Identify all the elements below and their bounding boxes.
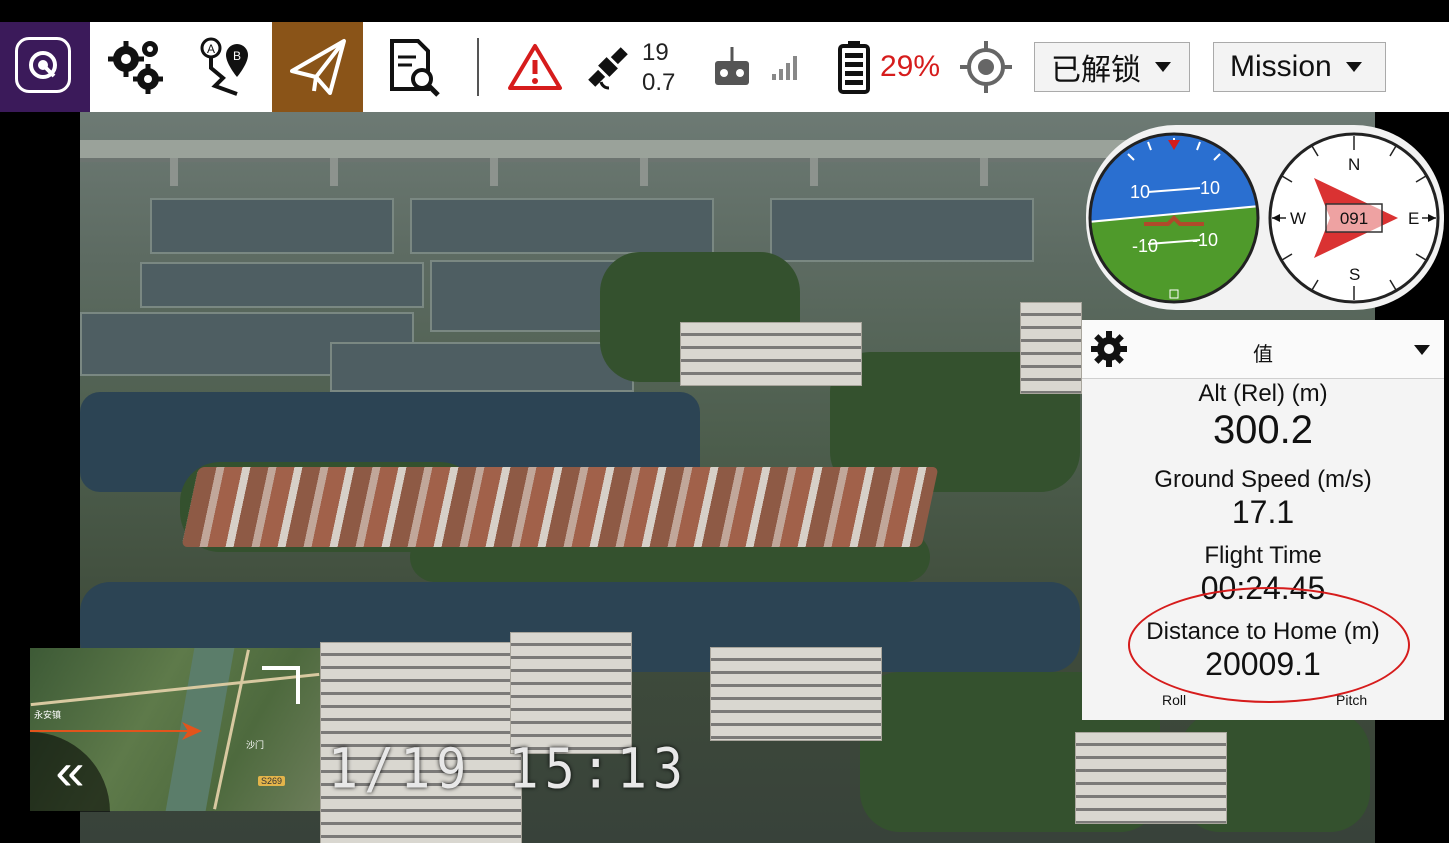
fish-pond xyxy=(770,198,1034,262)
pitch-label: Pitch xyxy=(1336,692,1368,708)
compass-north-label: N xyxy=(1348,155,1360,174)
flight-path-line xyxy=(30,730,190,732)
warning-triangle-icon[interactable] xyxy=(500,22,570,112)
building xyxy=(1075,732,1227,824)
building xyxy=(680,322,862,386)
fish-pond xyxy=(330,342,634,392)
attitude-indicator: 10 10 -10 -10 xyxy=(1088,132,1260,304)
bridge-pillar xyxy=(810,158,818,186)
caret-down-icon[interactable] xyxy=(1414,345,1430,355)
bridge-pillar xyxy=(330,158,338,186)
signal-bars-icon xyxy=(768,22,802,112)
values-header: 值 xyxy=(1082,320,1444,379)
pitch-tick-label: -10 xyxy=(1132,236,1158,256)
metric-label: Flight Time xyxy=(1204,542,1322,569)
metric-value: 20009.1 xyxy=(1205,646,1321,682)
metric-label: Ground Speed (m/s) xyxy=(1154,466,1372,493)
analyze-document-icon[interactable] xyxy=(366,22,454,112)
metric-flight-time: Flight Time 00:24.45 xyxy=(1082,542,1444,607)
arm-status-dropdown[interactable]: 已解锁 xyxy=(1034,42,1190,92)
building xyxy=(710,647,882,741)
flight-mode-label: Mission xyxy=(1230,50,1332,83)
video-timestamp: 1/19 15:13 xyxy=(328,737,690,801)
vehicle-arrow-icon xyxy=(182,722,202,740)
metric-value: 17.1 xyxy=(1231,494,1295,530)
metric-alt-rel: Alt (Rel) (m) 300.2 xyxy=(1082,380,1444,453)
satellite-icon[interactable] xyxy=(580,22,636,112)
crosshair-icon[interactable] xyxy=(958,22,1014,112)
compass-heading-value: 091 xyxy=(1340,209,1368,228)
fish-pond xyxy=(140,262,424,308)
chevron-down-icon xyxy=(1345,62,1362,72)
bridge-pillar xyxy=(170,158,178,186)
compass-east-label: E xyxy=(1408,209,1419,228)
metric-label: Distance to Home (m) xyxy=(1146,618,1380,645)
building xyxy=(1020,302,1082,394)
chevron-down-icon xyxy=(1155,62,1171,72)
battery-percent[interactable]: 29% xyxy=(880,50,940,84)
app-logo-button[interactable] xyxy=(0,22,90,112)
gps-hdop: 0.7 xyxy=(642,69,676,96)
values-title: 值 xyxy=(1253,344,1273,366)
metric-ground-speed: Ground Speed (m/s) 17.1 xyxy=(1082,466,1444,531)
map-expand-corner-icon[interactable] xyxy=(262,666,300,704)
map-place-label: 永安镇 xyxy=(34,710,62,720)
metric-value: 300.2 xyxy=(1212,408,1314,452)
fly-paper-plane-icon xyxy=(289,39,346,95)
pitch-tick-label: 10 xyxy=(1130,182,1150,202)
bridge-pillar xyxy=(640,158,648,186)
bridge-pillar xyxy=(980,158,988,186)
metric-value: 00:24.45 xyxy=(1200,570,1326,606)
roll-label: Roll xyxy=(1162,692,1187,708)
map-road-tag: S269 xyxy=(258,776,286,786)
pitch-tick-label: 10 xyxy=(1200,178,1220,198)
compass-indicator: N E S W 091 xyxy=(1268,132,1440,304)
building xyxy=(510,632,632,754)
fly-view-button[interactable] xyxy=(272,22,363,112)
flight-mode-dropdown[interactable]: Mission xyxy=(1213,42,1386,92)
plan-route-icon[interactable]: A B xyxy=(182,22,270,112)
pitch-tick-label: -10 xyxy=(1192,230,1218,250)
bridge-pillar xyxy=(490,158,498,186)
top-toolbar: A B 19 0.7 29% 已解锁 Mission xyxy=(0,22,1449,112)
values-widget: 值 Alt (Rel) (m) 300.2 Ground Speed (m/s)… xyxy=(1082,320,1444,720)
fish-pond xyxy=(150,198,394,254)
toolbar-separator xyxy=(477,38,479,96)
rc-transmitter-icon[interactable] xyxy=(710,22,754,112)
satellite-count: 19 xyxy=(642,39,669,66)
qgroundcontrol-logo-icon xyxy=(15,37,71,93)
metric-label: Alt (Rel) (m) xyxy=(1198,380,1328,407)
svg-text:B: B xyxy=(233,49,241,63)
metric-distance-to-home: Distance to Home (m) 20009.1 xyxy=(1082,618,1444,683)
arm-status-label: 已解锁 xyxy=(1051,54,1141,87)
village-roofs xyxy=(181,467,939,547)
fish-pond xyxy=(410,198,714,254)
settings-gears-icon[interactable] xyxy=(92,22,180,112)
map-place-label: 沙门 xyxy=(246,740,265,750)
svg-text:A: A xyxy=(207,42,215,56)
gps-status[interactable]: 19 0.7 xyxy=(642,38,675,98)
battery-icon[interactable] xyxy=(834,22,874,112)
compass-west-label: W xyxy=(1290,209,1306,228)
compass-south-label: S xyxy=(1349,265,1360,284)
